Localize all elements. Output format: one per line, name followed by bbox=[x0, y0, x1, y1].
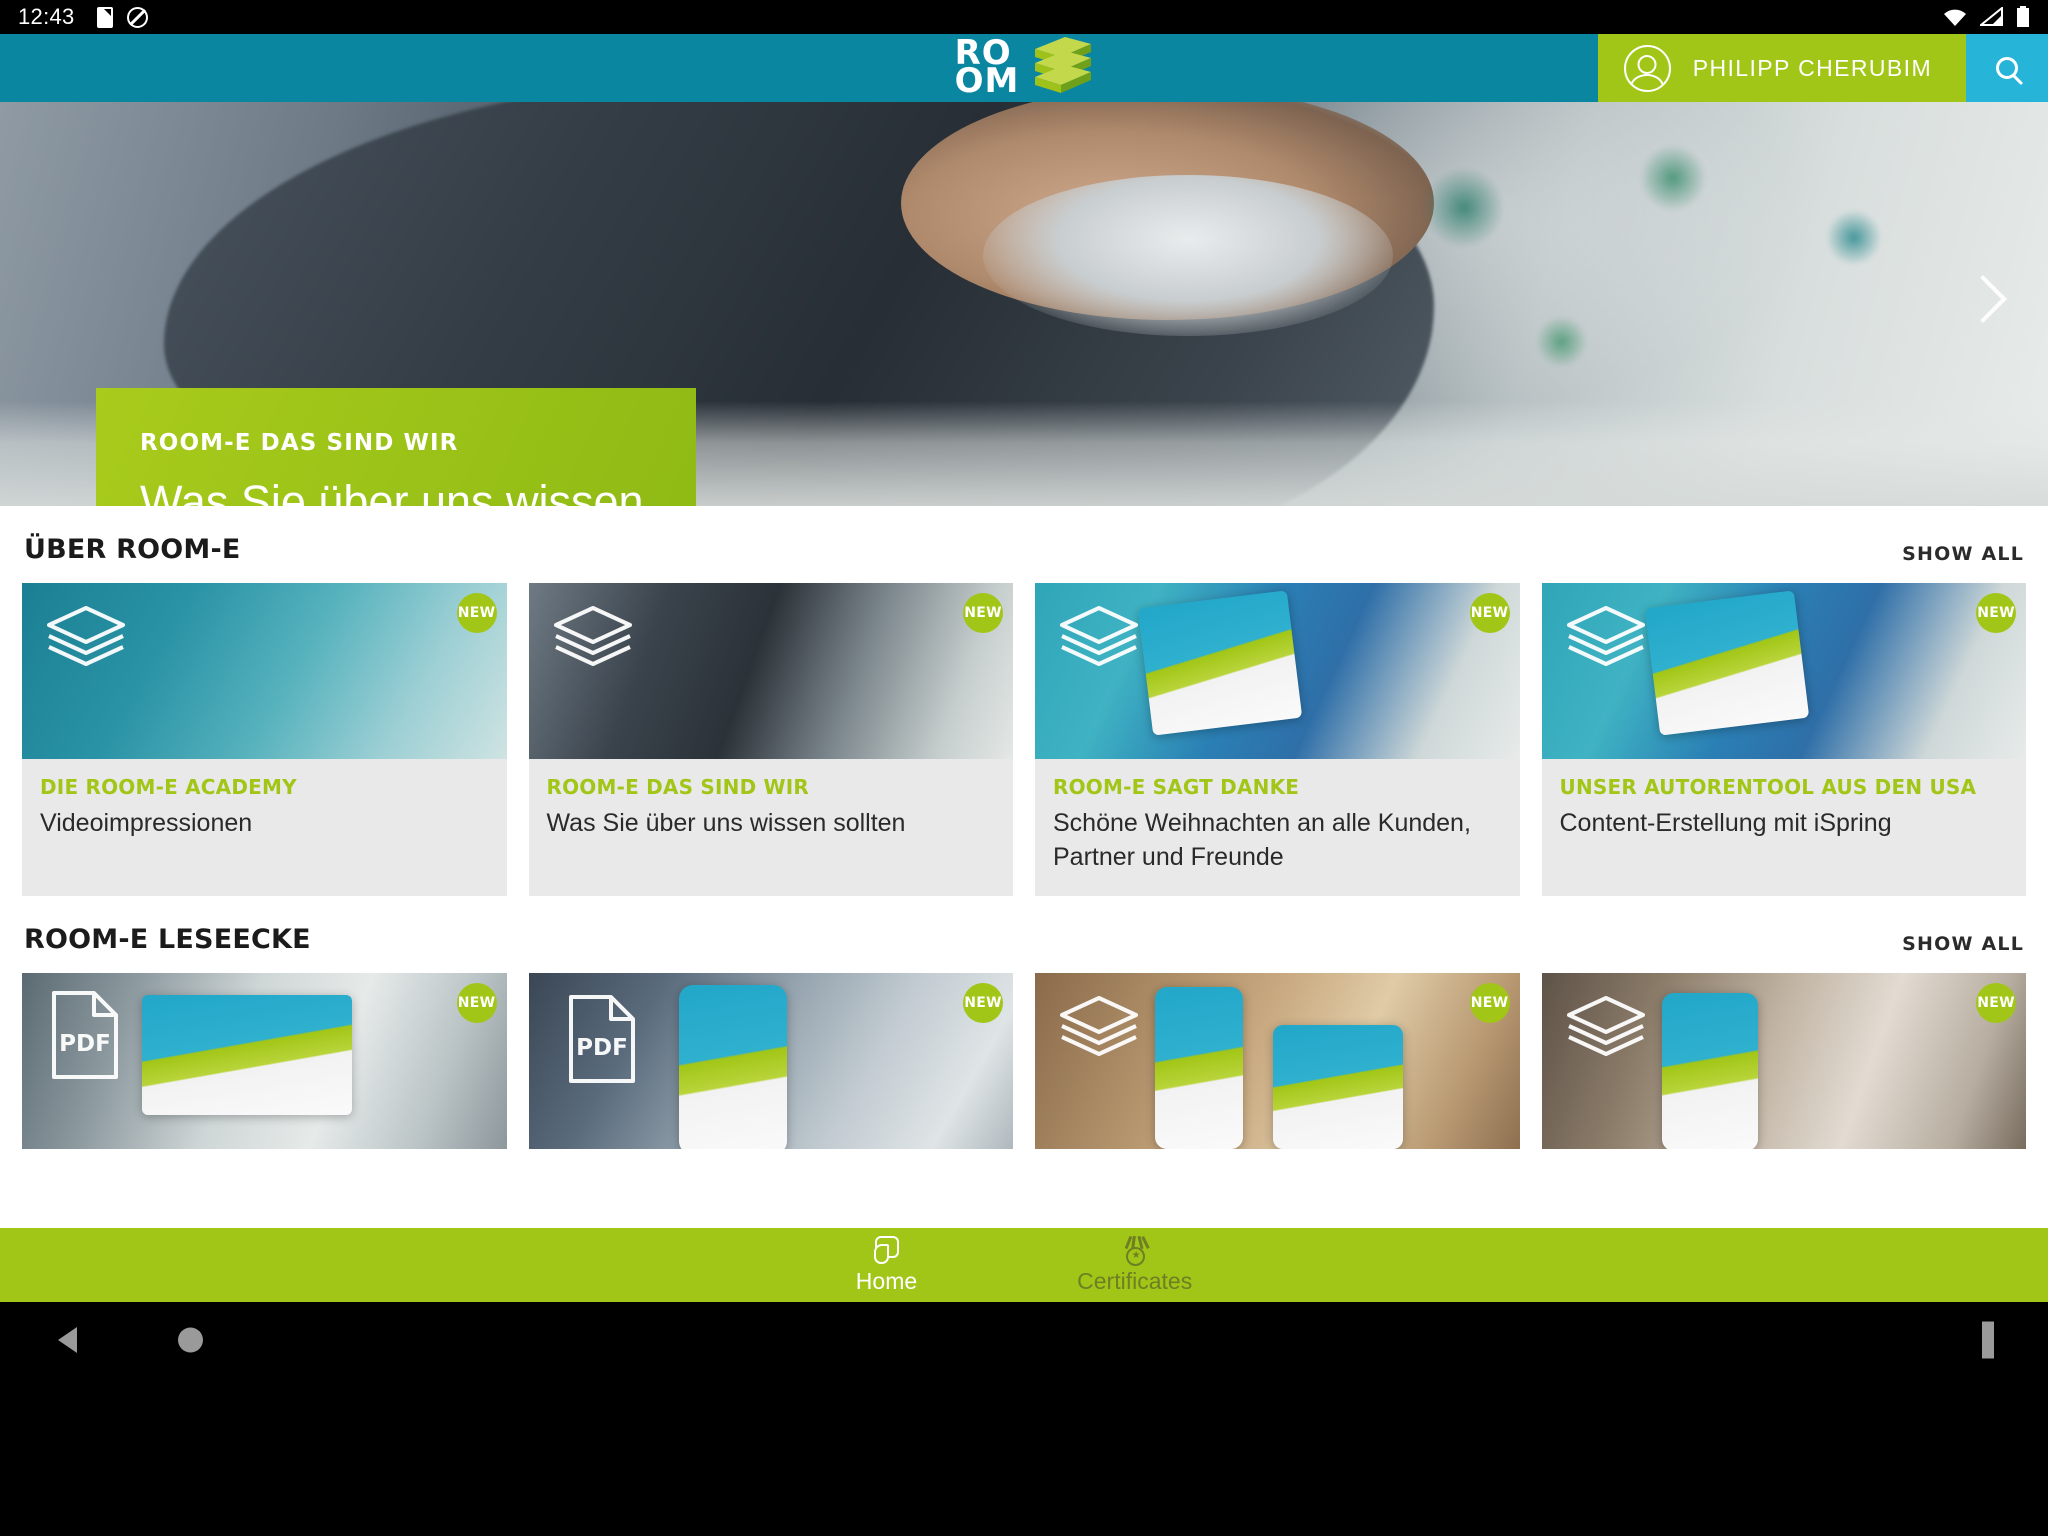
cellular-signal-icon bbox=[1980, 7, 2003, 26]
user-profile-button[interactable]: PHILIPP CHERUBIM bbox=[1597, 34, 1966, 102]
layers-icon bbox=[1060, 996, 1138, 1056]
section-title: ROOM-E LESEECKE bbox=[24, 924, 311, 955]
section-header-room-e-leseecke: ROOM-E LESEECKE SHOW ALL bbox=[0, 896, 2048, 973]
card-thumbnail: PDF NEW bbox=[528, 973, 1013, 1149]
card-title: Schöne Weihnachten an alle Kunden, Partn… bbox=[1053, 809, 1471, 871]
nav-item-label: Home bbox=[855, 1267, 918, 1294]
content-card[interactable]: NEW bbox=[1035, 973, 1520, 1149]
sd-card-icon bbox=[96, 6, 113, 28]
medal-icon: ★ bbox=[1120, 1235, 1150, 1266]
logo-line-1: RO bbox=[954, 33, 1012, 74]
card-title: Videoimpressionen bbox=[40, 809, 253, 837]
card-thumbnail: NEW bbox=[22, 583, 507, 759]
bottom-navigation-bar: Home ★ Certificates bbox=[0, 1228, 2048, 1302]
card-row-room-e-leseecke: PDF NEW PDF NEW NEW NEW bbox=[0, 973, 2048, 1149]
nav-item-label: Certificates bbox=[1077, 1267, 1193, 1294]
svg-text:PDF: PDF bbox=[59, 1031, 111, 1057]
android-navigation-bar bbox=[0, 1302, 2048, 1378]
search-button[interactable] bbox=[1966, 34, 2048, 102]
card-thumbnail-device bbox=[1273, 1025, 1403, 1149]
status-bar-system-icons bbox=[1942, 6, 2030, 28]
card-title: Content-Erstellung mit iSpring bbox=[1559, 809, 1892, 837]
card-body: ROOM-E DAS SIND WIR Was Sie über uns wis… bbox=[529, 759, 1014, 889]
card-thumbnail: NEW bbox=[1035, 583, 1520, 759]
content-card[interactable]: PDF NEW bbox=[22, 973, 507, 1149]
content-card[interactable]: NEW DIE ROOM-E ACADEMY Videoimpressionen bbox=[22, 583, 507, 896]
content-card[interactable]: NEW UNSER AUTORENTOOL AUS DEN USA Conten… bbox=[1541, 583, 2027, 896]
section-header-ueber-room-e: ÜBER ROOM-E SHOW ALL bbox=[0, 506, 2048, 583]
logo-blocks-icon bbox=[1035, 37, 1092, 93]
content-scroll-area[interactable]: ÜBER ROOM-E SHOW ALL NEW DIE ROOM-E ACAD… bbox=[0, 506, 2048, 1228]
card-body: DIE ROOM-E ACADEMY Videoimpressionen bbox=[22, 759, 507, 889]
hero-title: Was Sie über uns wissen sollten bbox=[140, 476, 644, 506]
new-badge: NEW bbox=[456, 983, 497, 1023]
content-card[interactable]: NEW bbox=[1541, 973, 2026, 1149]
user-avatar-icon bbox=[1623, 44, 1671, 92]
layers-icon bbox=[553, 606, 632, 666]
card-thumbnail: NEW bbox=[528, 583, 1013, 759]
card-body: UNSER AUTORENTOOL AUS DEN USA Content-Er… bbox=[1542, 759, 2027, 889]
show-all-link[interactable]: SHOW ALL bbox=[1902, 543, 2024, 565]
hero-caption-card[interactable]: ROOM-E DAS SIND WIR Was Sie über uns wis… bbox=[96, 388, 696, 506]
hero-eyebrow: ROOM-E DAS SIND WIR bbox=[140, 430, 459, 456]
card-kicker: DIE ROOM-E ACADEMY bbox=[40, 775, 297, 799]
card-thumbnail: NEW bbox=[1541, 583, 2026, 759]
pdf-file-icon: PDF bbox=[568, 995, 635, 1083]
content-card[interactable]: PDF NEW bbox=[528, 973, 1013, 1149]
card-thumbnail-device bbox=[1155, 987, 1243, 1149]
user-name-label: PHILIPP CHERUBIM bbox=[1692, 54, 1932, 81]
nav-item-certificates[interactable]: ★ Certificates bbox=[1077, 1235, 1193, 1295]
status-bar-notification-icons bbox=[96, 6, 148, 28]
layers-icon bbox=[1566, 606, 1645, 666]
chevron-right-icon[interactable] bbox=[1960, 268, 2004, 340]
new-badge: NEW bbox=[1976, 593, 2016, 633]
new-badge: NEW bbox=[963, 983, 1003, 1023]
tap-gesture-icon bbox=[871, 1235, 901, 1266]
new-badge: NEW bbox=[456, 593, 497, 633]
content-card[interactable]: NEW ROOM-E DAS SIND WIR Was Sie über uns… bbox=[528, 583, 1014, 896]
section-title: ÜBER ROOM-E bbox=[24, 534, 241, 565]
status-bar-clock: 12:43 bbox=[18, 4, 75, 29]
layers-icon bbox=[1060, 606, 1138, 666]
new-badge: NEW bbox=[1469, 983, 1510, 1023]
wifi-icon bbox=[1944, 9, 1966, 26]
card-thumbnail-device bbox=[1644, 590, 1809, 736]
card-title: Was Sie über uns wissen sollten bbox=[546, 809, 906, 837]
card-thumbnail-device bbox=[142, 995, 352, 1115]
card-kicker: ROOM-E SAGT DANKE bbox=[1053, 775, 1300, 799]
card-thumbnail: PDF NEW bbox=[22, 973, 507, 1149]
show-all-link[interactable]: SHOW ALL bbox=[1902, 933, 2024, 955]
back-triangle-icon[interactable] bbox=[58, 1327, 77, 1353]
card-thumbnail: NEW bbox=[1035, 973, 1520, 1149]
new-badge: NEW bbox=[1469, 593, 1510, 633]
pdf-file-icon: PDF bbox=[52, 991, 118, 1079]
card-thumbnail: NEW bbox=[1541, 973, 2026, 1149]
card-kicker: ROOM-E DAS SIND WIR bbox=[546, 775, 810, 799]
card-thumbnail-device bbox=[678, 985, 787, 1149]
card-thumbnail-device bbox=[1661, 993, 1758, 1149]
new-badge: NEW bbox=[1976, 983, 2016, 1023]
content-card[interactable]: NEW ROOM-E SAGT DANKE Schöne Weihnachten… bbox=[1035, 583, 1520, 896]
home-circle-icon[interactable] bbox=[178, 1327, 203, 1353]
app-header: RO OM PHILIPP CHERUBIM bbox=[0, 34, 2048, 102]
do-not-disturb-icon bbox=[126, 6, 148, 28]
card-thumbnail-device bbox=[1137, 590, 1303, 736]
hero-carousel[interactable]: ROOM-E DAS SIND WIR Was Sie über uns wis… bbox=[0, 102, 2048, 506]
card-kicker: UNSER AUTORENTOOL AUS DEN USA bbox=[1559, 775, 1977, 799]
nav-item-home[interactable]: Home bbox=[855, 1235, 918, 1295]
layers-icon bbox=[47, 606, 125, 666]
card-row-ueber-room-e: NEW DIE ROOM-E ACADEMY Videoimpressionen… bbox=[0, 583, 2048, 896]
search-icon bbox=[1996, 57, 2018, 79]
layers-icon bbox=[1566, 996, 1645, 1056]
battery-icon bbox=[2017, 6, 2029, 27]
card-body: ROOM-E SAGT DANKE Schöne Weihnachten an … bbox=[1035, 759, 1520, 896]
recents-square-icon[interactable] bbox=[1982, 1321, 1994, 1359]
new-badge: NEW bbox=[963, 593, 1003, 633]
logo-line-2: OM bbox=[954, 61, 1020, 101]
android-status-bar: 12:43 bbox=[0, 0, 2048, 34]
logo-wordmark: RO OM bbox=[954, 33, 1020, 101]
svg-text:PDF: PDF bbox=[576, 1035, 628, 1061]
